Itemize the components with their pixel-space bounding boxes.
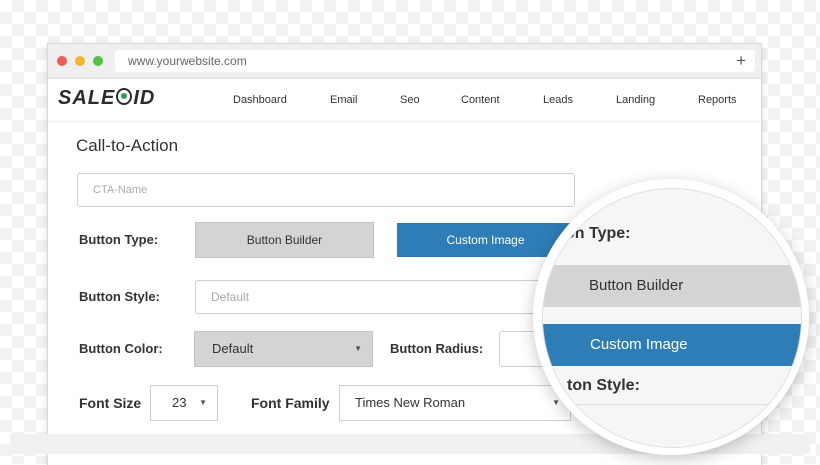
custom-image-button[interactable]: Custom Image [397,223,574,257]
magnified-button-type-label: on Type: [565,225,631,242]
address-bar-url: www.yourwebsite.com [128,54,247,68]
button-color-value: Default [212,341,254,356]
button-radius-label: Button Radius: [390,341,484,356]
button-type-label: Button Type: [79,232,159,247]
magnified-button-style-label: ton Style: [567,377,640,394]
font-size-label: Font Size [79,395,142,411]
page-title: Call-to-Action [76,136,179,155]
nav-item-email[interactable]: Email [330,94,358,106]
nav-item-landing[interactable]: Landing [616,94,655,106]
close-window-dot-icon[interactable] [57,56,67,66]
button-style-value: Default [211,290,250,304]
nav-item-leads[interactable]: Leads [543,94,573,106]
cta-name-input[interactable]: CTA-Name [77,173,575,207]
font-family-label: Font Family [251,395,330,411]
button-color-select[interactable]: Default ▼ [194,331,373,367]
magnified-custom-image-button[interactable]: Custom Image [543,324,801,366]
font-size-select[interactable]: 23 ▼ [150,385,218,421]
magnified-divider [543,404,801,405]
top-navigation: SALE ID Dashboard Email Seo Content Leads… [48,79,761,122]
font-family-value: Times New Roman [355,395,466,410]
magnifier-lens: on Type: Button Builder Custom Image ton… [533,179,809,455]
maximize-window-dot-icon[interactable] [93,56,103,66]
nav-item-reports[interactable]: Reports [698,94,737,106]
browser-chrome: www.yourwebsite.com + [48,44,761,79]
magnified-view: on Type: Button Builder Custom Image ton… [542,188,802,448]
address-bar[interactable]: www.yourwebsite.com + [115,50,755,72]
saleoid-logo: SALE ID [58,87,156,109]
minimize-window-dot-icon[interactable] [75,56,85,66]
nav-item-seo[interactable]: Seo [400,94,420,106]
cta-name-placeholder: CTA-Name [93,184,148,196]
button-color-label: Button Color: [79,341,163,356]
chevron-down-icon: ▼ [354,344,362,353]
font-size-value: 23 [172,395,187,410]
button-style-label: Button Style: [79,289,160,304]
magnified-custom-image-label: Custom Image [590,336,688,353]
magnified-button-builder-button[interactable]: Button Builder [543,265,801,307]
magnified-button-builder-label: Button Builder [589,277,684,294]
nav-item-content[interactable]: Content [461,94,500,106]
chevron-down-icon: ▼ [199,398,207,407]
button-builder-button[interactable]: Button Builder [195,222,374,258]
button-style-input[interactable]: Default [195,280,577,314]
font-family-select[interactable]: Times New Roman ▼ [339,385,571,421]
new-tab-icon[interactable]: + [736,50,746,71]
nav-item-dashboard[interactable]: Dashboard [233,94,287,106]
